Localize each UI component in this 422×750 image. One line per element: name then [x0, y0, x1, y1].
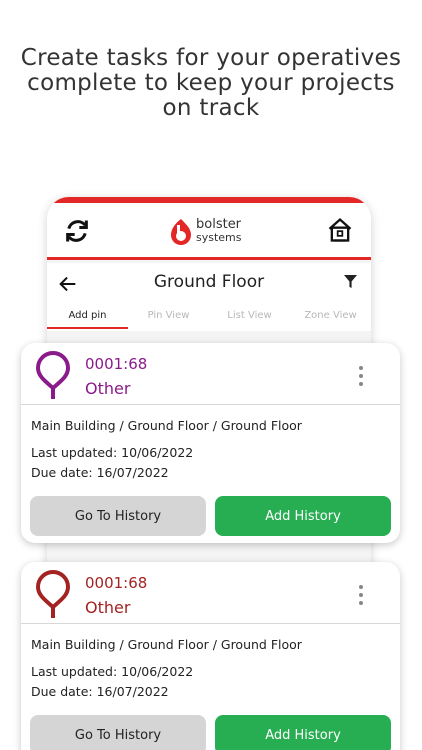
page-title: Ground Floor	[153, 272, 265, 292]
task-id: 0001:68	[85, 574, 148, 592]
task-due-date: Due date: 16/07/2022	[31, 684, 169, 699]
task-location-path: Main Building / Ground Floor / Ground Fl…	[31, 637, 302, 652]
map-pin-icon	[35, 351, 71, 399]
task-last-updated: Last updated: 10/06/2022	[31, 445, 194, 460]
logo-word-2: systems	[196, 231, 242, 244]
sub-navigation: Ground Floor Add pin Pin View List View …	[47, 263, 371, 331]
task-card: 0001:68 Other Main Building / Ground Flo…	[21, 562, 400, 750]
task-due-date: Due date: 16/07/2022	[31, 465, 169, 480]
task-type: Other	[85, 379, 131, 398]
go-to-history-button[interactable]: Go To History	[30, 715, 206, 750]
add-history-button[interactable]: Add History	[215, 496, 391, 536]
marketing-headline: Create tasks for your operatives complet…	[0, 46, 422, 121]
task-type: Other	[85, 598, 131, 617]
tab-add-pin[interactable]: Add pin	[47, 307, 128, 329]
filter-icon[interactable]	[344, 275, 357, 288]
logo-word-1: bolster	[196, 217, 242, 232]
task-location-path: Main Building / Ground Floor / Ground Fl…	[31, 418, 302, 433]
add-history-button[interactable]: Add History	[215, 715, 391, 750]
app-header: bolster systems	[47, 203, 371, 260]
more-options-icon[interactable]	[358, 365, 364, 387]
tab-pin-view[interactable]: Pin View	[128, 307, 209, 329]
headline-line-3: on track	[162, 95, 260, 121]
headline-line-1: Create tasks for your operatives	[20, 45, 402, 71]
task-card-header: 0001:68 Other	[21, 343, 400, 405]
go-to-history-button[interactable]: Go To History	[30, 496, 206, 536]
more-options-icon[interactable]	[358, 584, 364, 606]
map-pin-icon	[35, 570, 71, 618]
task-card: 0001:68 Other Main Building / Ground Flo…	[21, 343, 400, 543]
view-tabs: Add pin Pin View List View Zone View	[47, 307, 371, 329]
home-icon[interactable]	[326, 216, 354, 244]
refresh-icon[interactable]	[63, 217, 91, 245]
bolster-logo-mark	[171, 219, 191, 245]
task-id: 0001:68	[85, 355, 148, 373]
tab-zone-view[interactable]: Zone View	[290, 307, 371, 329]
tab-list-view[interactable]: List View	[209, 307, 290, 329]
bolster-logo: bolster systems	[168, 215, 252, 249]
task-last-updated: Last updated: 10/06/2022	[31, 664, 194, 679]
headline-line-2: complete to keep your projects	[27, 70, 395, 96]
task-card-header: 0001:68 Other	[21, 562, 400, 624]
